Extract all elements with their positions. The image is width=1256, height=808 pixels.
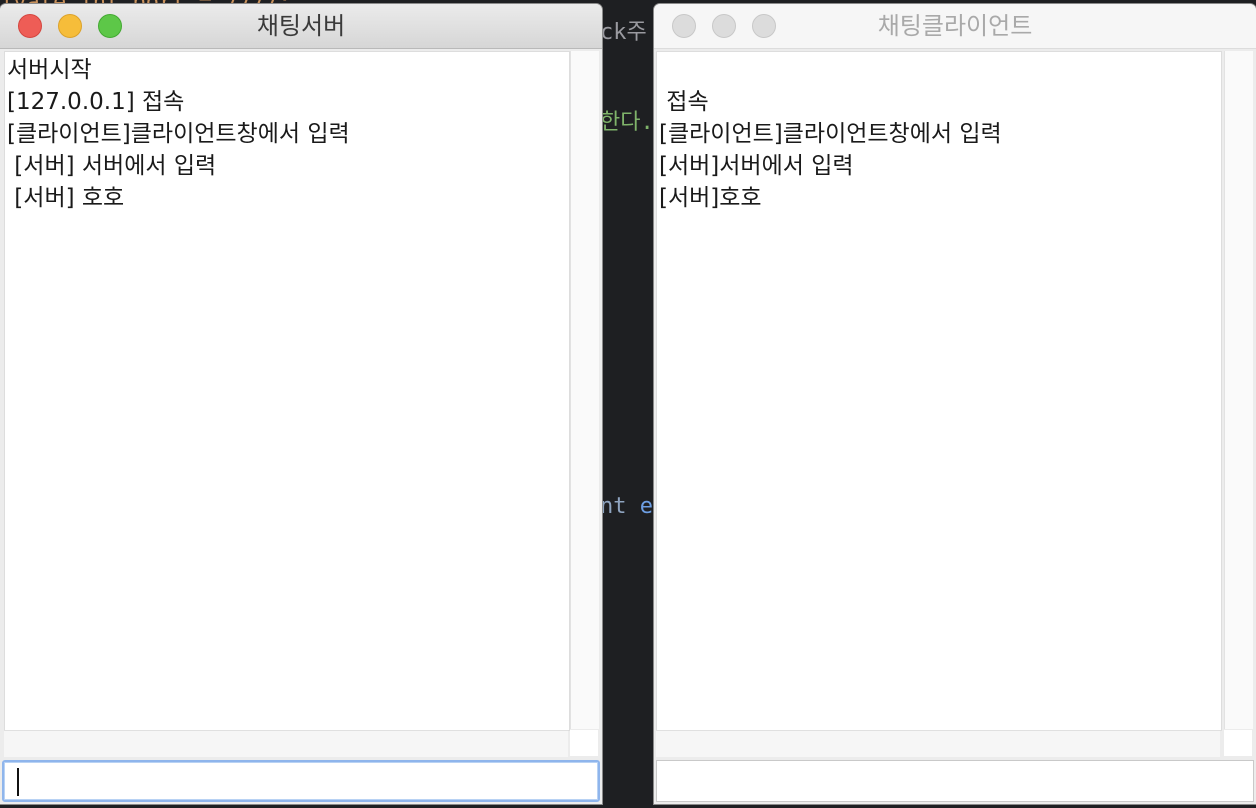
server-window: 채팅서버 서버시작 [127.0.0.1] 접속 [클라이언트]클라이언트창에서… (0, 4, 602, 804)
server-titlebar[interactable]: 채팅서버 (0, 4, 602, 49)
close-button[interactable] (672, 14, 696, 38)
vertical-scrollbar[interactable] (1224, 51, 1253, 729)
client-window: 채팅클라이언트 접속 [클라이언트]클라이언트창에서 입력 [서버]서버에서 입… (654, 4, 1256, 804)
window-title: 채팅서버 (256, 12, 346, 40)
chat-log[interactable]: 서버시작 [127.0.0.1] 접속 [클라이언트]클라이언트창에서 입력 [… (4, 51, 570, 731)
background-code-fragment: ck주 (600, 20, 647, 45)
chat-line: [서버] 호호 (7, 185, 125, 211)
minimize-button[interactable] (58, 14, 82, 38)
scrollbar-corner (570, 730, 598, 756)
chat-line (659, 54, 1221, 86)
chat-line: [서버] 서버에서 입력 (7, 153, 217, 179)
background-code-fragment: nt e (600, 494, 653, 519)
message-input[interactable] (656, 760, 1254, 802)
chat-line: [127.0.0.1] 접속 (7, 89, 185, 115)
close-button[interactable] (18, 14, 42, 38)
background-code-text: nt (600, 494, 640, 519)
chat-line: 서버시작 (7, 57, 92, 83)
window-title: 채팅클라이언트 (877, 12, 1033, 40)
maximize-button[interactable] (98, 14, 122, 38)
chat-line: 접속 (659, 89, 709, 115)
vertical-scrollbar[interactable] (570, 51, 599, 729)
client-titlebar[interactable]: 채팅클라이언트 (654, 4, 1256, 49)
background-code-fragment: 한다. (600, 110, 654, 135)
chat-line: [서버]호호 (659, 185, 762, 211)
scrollbar-corner (1224, 730, 1252, 756)
minimize-button[interactable] (712, 14, 736, 38)
chat-line: [서버]서버에서 입력 (659, 153, 854, 179)
text-caret (17, 768, 19, 796)
chat-line: [클라이언트]클라이언트창에서 입력 (7, 121, 350, 147)
message-input[interactable] (2, 760, 600, 802)
horizontal-scrollbar[interactable] (4, 730, 568, 757)
chat-log[interactable]: 접속 [클라이언트]클라이언트창에서 입력 [서버]서버에서 입력 [서버]호호 (656, 51, 1222, 731)
background-code-text: e (639, 494, 653, 519)
maximize-button[interactable] (752, 14, 776, 38)
horizontal-scrollbar[interactable] (656, 730, 1220, 757)
chat-line: [클라이언트]클라이언트창에서 입력 (659, 121, 1002, 147)
